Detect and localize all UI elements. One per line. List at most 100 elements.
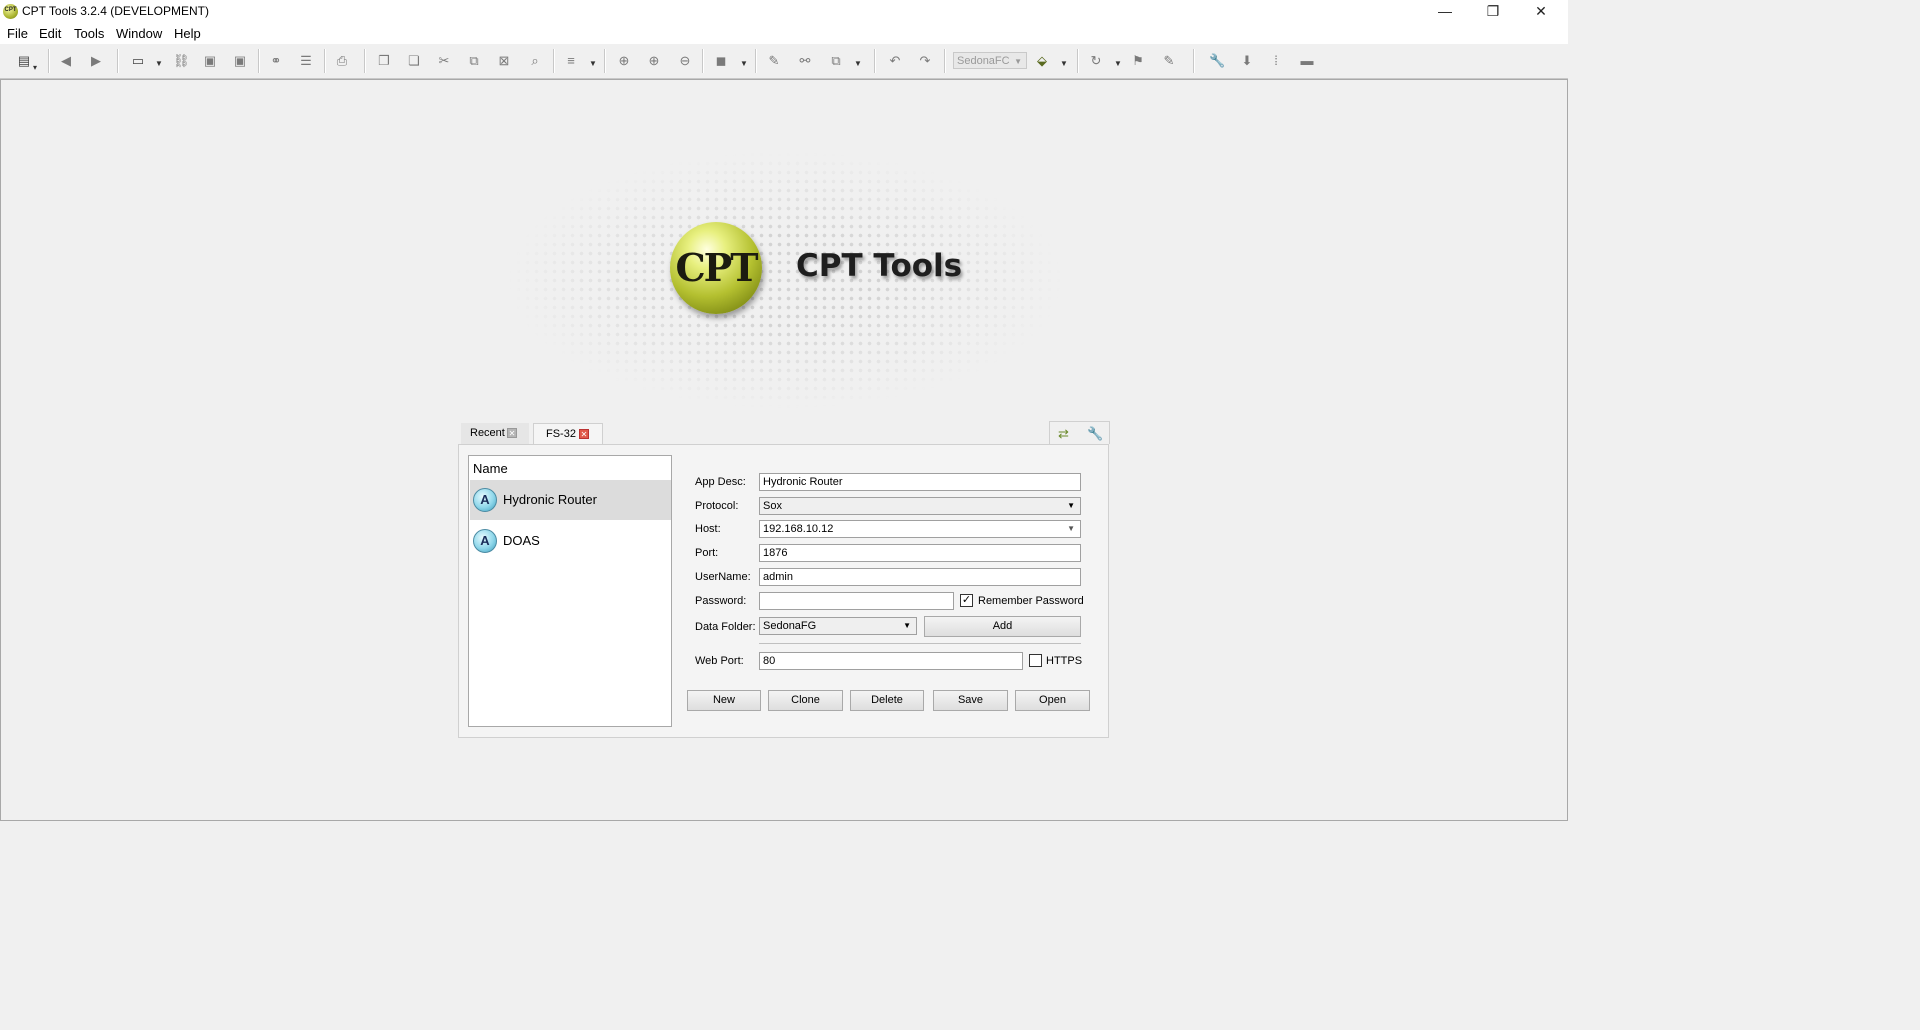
layout-dropdown-icon[interactable]: ▾ (31, 61, 39, 75)
refresh-dropdown-icon[interactable]: ▼ (1114, 57, 1122, 71)
protocol-label: Protocol: (695, 500, 739, 512)
halftone-background (505, 150, 1065, 410)
palette-icon[interactable]: ◼ (714, 54, 728, 68)
menu-edit[interactable]: Edit (39, 26, 61, 41)
app-desc-field[interactable]: Hydronic Router (759, 473, 1081, 491)
back-icon[interactable]: ◀ (59, 54, 73, 68)
import-icon[interactable]: ⇄ (1058, 426, 1069, 442)
list-header: Name (473, 461, 508, 476)
palette-dropdown-icon[interactable]: ▼ (740, 57, 748, 71)
window-title: CPT Tools 3.2.4 (DEVELOPMENT) (22, 4, 209, 18)
protocol-select[interactable]: Sox ▼ (759, 497, 1081, 515)
password-field[interactable] (759, 592, 954, 610)
https-checkbox[interactable] (1029, 654, 1042, 667)
clone-button[interactable]: Clone (768, 690, 843, 711)
wrench-icon[interactable]: 🔧 (1209, 54, 1225, 68)
settings-wrench-icon[interactable]: 🔧 (1087, 426, 1103, 442)
chevron-down-icon: ▼ (1014, 57, 1022, 66)
data-folder-label: Data Folder: (695, 621, 756, 633)
flag-icon[interactable]: ⚑ (1131, 54, 1145, 68)
web-port-field[interactable]: 80 (759, 652, 1023, 670)
tab-fs-32-label: FS-32 (546, 428, 576, 440)
delete-button[interactable]: Delete (850, 690, 924, 711)
menu-help[interactable]: Help (174, 26, 201, 41)
new-button[interactable]: New (687, 690, 761, 711)
link-icon[interactable]: ⚭ (269, 54, 283, 68)
tag-icon[interactable]: ✎ (1162, 54, 1176, 68)
close-window-button[interactable]: ✕ (1518, 0, 1564, 23)
list-item[interactable]: A Hydronic Router (470, 480, 671, 520)
chevron-down-icon: ▼ (1067, 501, 1075, 510)
kit-icon[interactable]: ⬙ (1035, 54, 1049, 68)
forward-icon[interactable]: ▶ (89, 54, 103, 68)
toolbar-separator (48, 49, 50, 73)
list-item[interactable]: A DOAS (470, 521, 671, 561)
layout-icon[interactable]: ▤ (17, 54, 31, 68)
zoom-icon[interactable]: ⊕ (617, 54, 631, 68)
menu-file[interactable]: File (7, 26, 28, 41)
add-button[interactable]: Add (924, 616, 1081, 637)
menu-tools[interactable]: Tools (74, 26, 104, 41)
slot-dropdown-icon[interactable]: ▼ (854, 57, 862, 71)
app-icon: A (473, 529, 497, 553)
station-combo-value: SedonaFC (957, 55, 1010, 67)
chevron-down-icon: ▼ (1067, 524, 1075, 533)
download-icon[interactable]: ⬇ (1240, 54, 1254, 68)
refresh-icon[interactable]: ↻ (1089, 54, 1103, 68)
find-icon[interactable]: ⌕ (528, 54, 542, 68)
zoom-out-icon[interactable]: ⊖ (678, 54, 692, 68)
toolbar-separator (944, 49, 946, 73)
app-logo-icon: CPT (3, 4, 18, 19)
username-label: UserName: (695, 571, 751, 583)
host-combo[interactable]: 192.168.10.12 ▼ (759, 520, 1081, 538)
duplicate-icon[interactable]: ⧉ (467, 54, 481, 68)
toolbar-separator (702, 49, 704, 73)
tab-recent-label: Recent (470, 427, 505, 439)
kit-dropdown-icon[interactable]: ▼ (1060, 57, 1068, 71)
password-label: Password: (695, 595, 747, 607)
cut-icon[interactable]: ✂ (437, 54, 451, 68)
data-folder-select[interactable]: SedonaFG ▼ (759, 617, 917, 635)
save-button[interactable]: Save (933, 690, 1008, 711)
open-dropdown-icon[interactable]: ▼ (155, 57, 163, 71)
panel-icon[interactable]: ▬ (1300, 54, 1314, 68)
align-icon[interactable]: ≡ (564, 54, 578, 68)
pencil-icon[interactable]: ✎ (767, 54, 781, 68)
port-field[interactable]: 1876 (759, 544, 1081, 562)
toolbar-separator (364, 49, 366, 73)
web-port-label: Web Port: (695, 655, 744, 667)
panel-tools: ⇄ 🔧 (1049, 421, 1110, 444)
print-icon[interactable]: ⎙ (335, 54, 349, 68)
chevron-down-icon: ▼ (903, 621, 911, 630)
host-value: 192.168.10.12 (763, 523, 834, 535)
redo-icon[interactable]: ↷ (918, 54, 932, 68)
app-desc-label: App Desc: (695, 476, 746, 488)
properties-icon[interactable]: ☰ (299, 54, 313, 68)
delete-icon[interactable]: ⊠ (497, 54, 511, 68)
undo-icon[interactable]: ↶ (888, 54, 902, 68)
toolbar-separator (324, 49, 326, 73)
grid-icon[interactable]: ⁞ (1269, 54, 1283, 68)
tab-recent[interactable]: Recent ✕ (461, 423, 529, 444)
open-button[interactable]: Open (1015, 690, 1090, 711)
connect-icon[interactable]: ⛓ (173, 54, 190, 68)
remember-password-checkbox[interactable]: ✓ (960, 594, 973, 607)
save-icon[interactable]: ▣ (203, 54, 217, 68)
splash-title: CPT Tools (796, 248, 963, 284)
paste-icon[interactable]: ❏ (407, 54, 421, 68)
save-all-icon[interactable]: ▣ (233, 54, 247, 68)
copy-icon[interactable]: ❐ (377, 54, 391, 68)
restore-button[interactable]: ❐ (1470, 0, 1516, 23)
zoom-in-icon[interactable]: ⊕ (647, 54, 661, 68)
status-bar (0, 821, 1568, 841)
close-tab-icon[interactable]: ✕ (507, 428, 517, 438)
close-tab-icon[interactable]: ✕ (579, 429, 589, 439)
slot-icon[interactable]: ⧉ (829, 54, 843, 68)
minimize-button[interactable]: — (1422, 0, 1468, 23)
align-dropdown-icon[interactable]: ▼ (589, 57, 597, 71)
chain-icon[interactable]: ⚯ (798, 54, 812, 68)
username-field[interactable]: admin (759, 568, 1081, 586)
open-folder-icon[interactable]: ▭ (131, 54, 145, 68)
tab-fs-32[interactable]: FS-32 ✕ (533, 423, 603, 444)
menu-window[interactable]: Window (116, 26, 162, 41)
